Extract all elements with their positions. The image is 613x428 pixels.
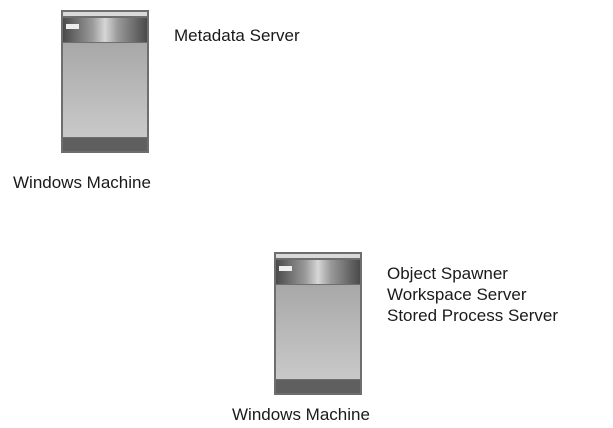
server-tower-icon	[61, 10, 149, 153]
server-tower-icon	[274, 252, 362, 395]
machine-label: Windows Machine	[13, 173, 151, 192]
service-label: Metadata Server	[174, 26, 300, 45]
service-list: Object Spawner Workspace Server Stored P…	[387, 263, 558, 326]
machine-label: Windows Machine	[232, 405, 370, 424]
service-list: Metadata Server	[174, 25, 300, 46]
service-label: Stored Process Server	[387, 306, 559, 325]
service-label: Workspace Server	[387, 285, 527, 304]
service-label: Object Spawner	[387, 264, 508, 283]
